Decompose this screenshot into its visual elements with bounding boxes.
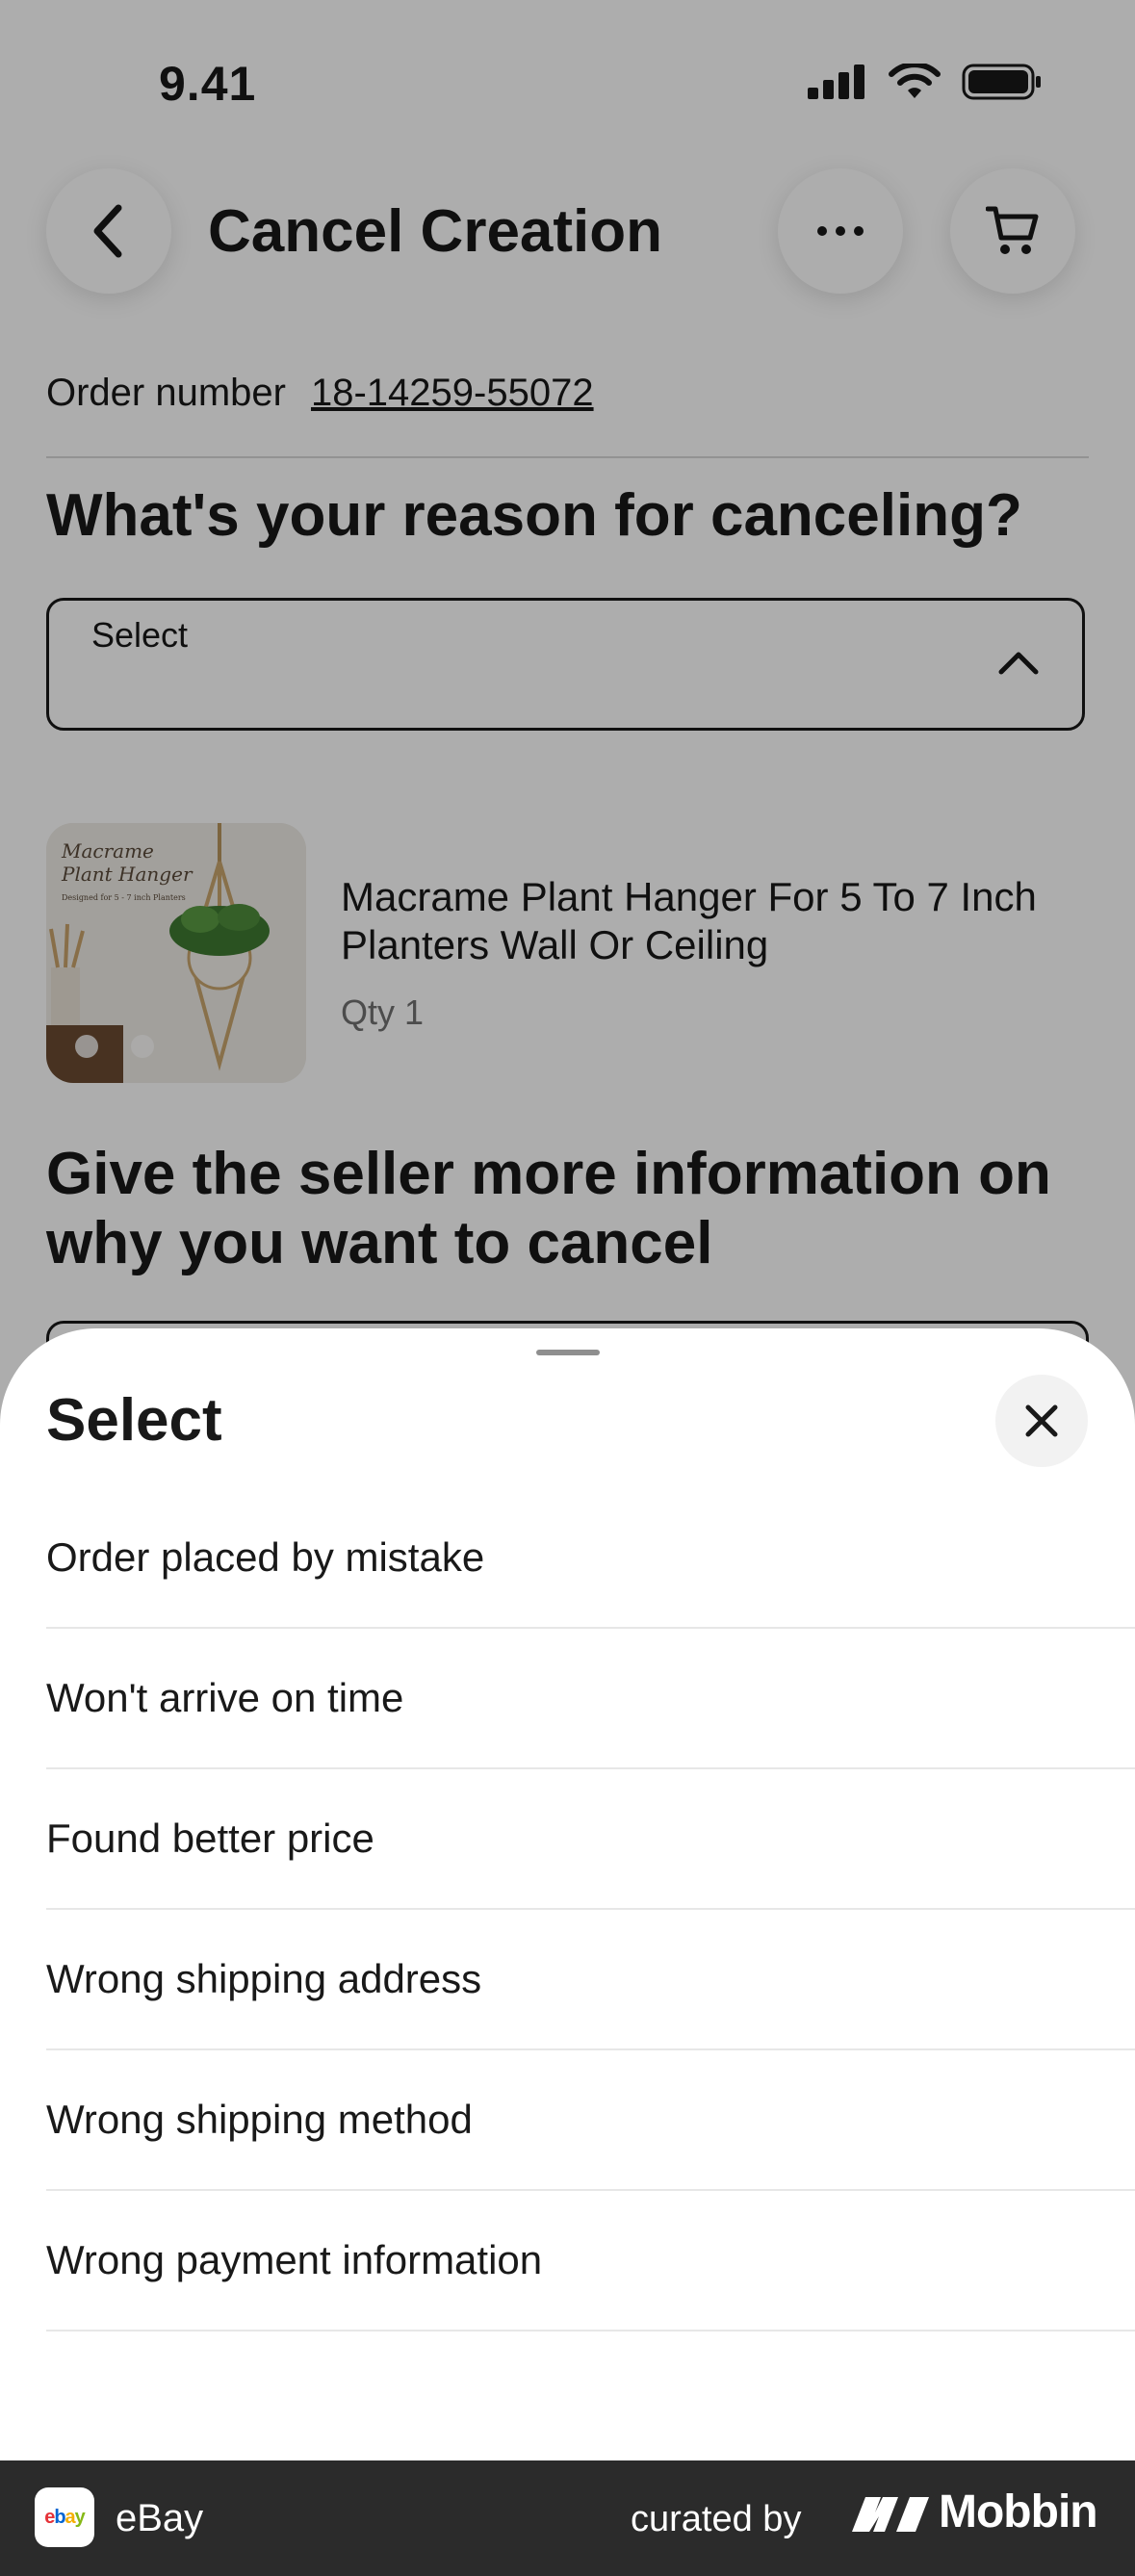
option-found-better-price[interactable]: Found better price xyxy=(46,1769,1135,1910)
ebay-logo-icon: ebay xyxy=(35,2487,94,2547)
app-name: eBay xyxy=(116,2497,204,2539)
reason-options: Order placed by mistake Won't arrive on … xyxy=(46,1488,1135,2331)
option-order-placed-by-mistake[interactable]: Order placed by mistake xyxy=(46,1488,1135,1629)
option-label: Won't arrive on time xyxy=(46,1675,404,1720)
option-wont-arrive-on-time[interactable]: Won't arrive on time xyxy=(46,1629,1135,1769)
mobbin-brand: Mobbin xyxy=(852,2486,1098,2538)
curated-by-text: curated by xyxy=(631,2499,802,2539)
close-button[interactable] xyxy=(995,1375,1088,1467)
option-label: Found better price xyxy=(46,1816,374,1861)
option-wrong-payment-information[interactable]: Wrong payment information xyxy=(46,2191,1135,2331)
option-wrong-shipping-method[interactable]: Wrong shipping method xyxy=(46,2050,1135,2191)
attribution-footer: ebay eBay curated by Mobbin xyxy=(0,2460,1135,2576)
sheet-title: Select xyxy=(46,1387,222,1454)
brand-name: Mobbin xyxy=(939,2486,1098,2537)
option-wrong-shipping-address[interactable]: Wrong shipping address xyxy=(46,1910,1135,2050)
option-label: Wrong shipping method xyxy=(46,2097,473,2142)
select-sheet: Select Order placed by mistake Won't arr… xyxy=(0,1328,1135,2460)
sheet-grabber[interactable] xyxy=(536,1350,600,1355)
mobbin-logo-icon xyxy=(852,2496,929,2532)
close-icon xyxy=(1025,1404,1058,1437)
cancel-page: 9.41 Cancel Creation Order number 18-142… xyxy=(0,0,1135,2460)
option-label: Wrong shipping address xyxy=(46,1956,482,2001)
option-label: Order placed by mistake xyxy=(46,1534,485,1580)
option-label: Wrong payment information xyxy=(46,2237,543,2282)
